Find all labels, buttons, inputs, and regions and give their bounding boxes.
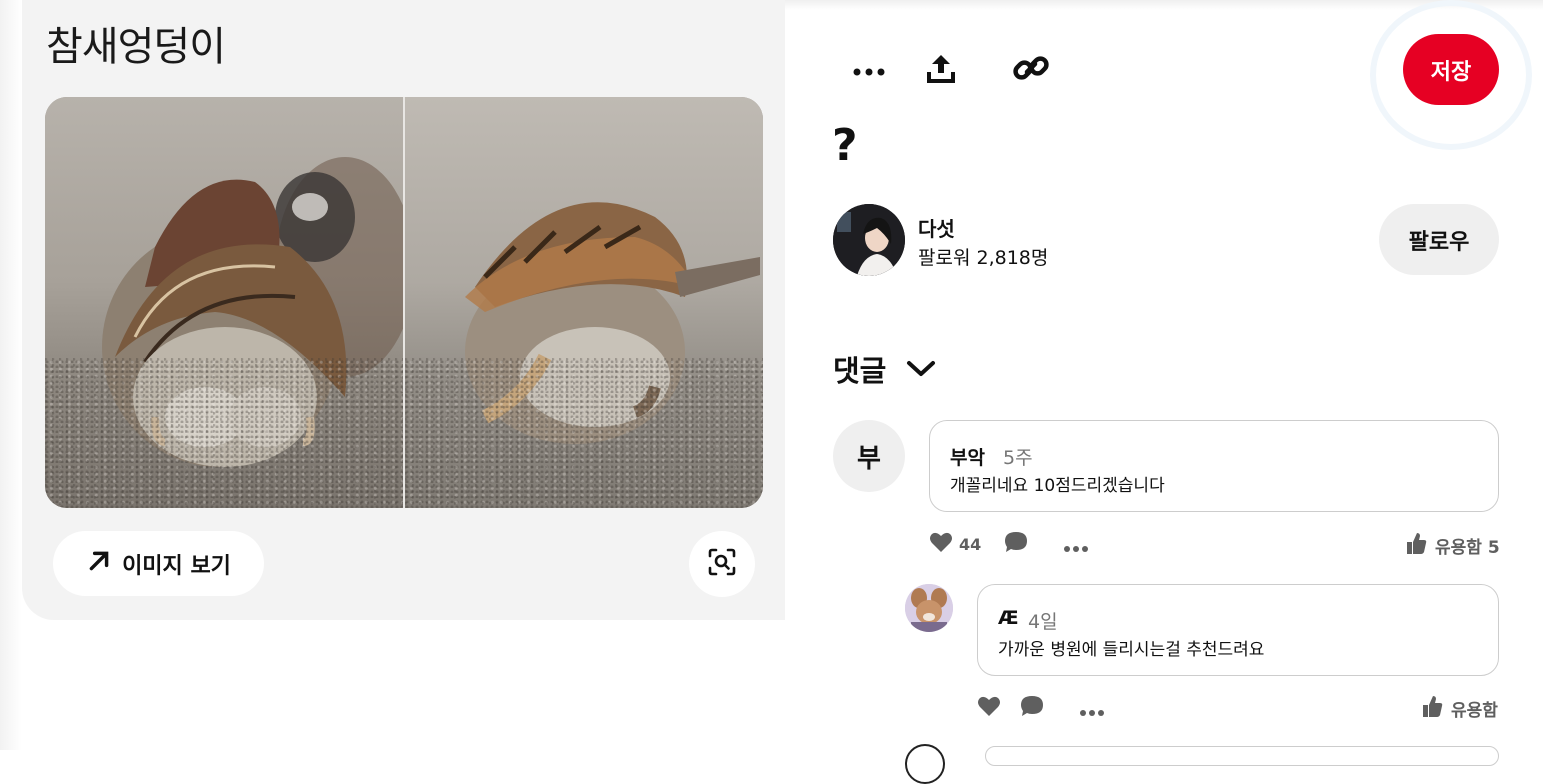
follower-count: 팔로워 2,818명 [918,247,1049,269]
heart-icon [929,531,953,557]
arrow-up-right-icon [86,548,112,580]
link-icon [1012,49,1050,91]
next-comment-avatar[interactable] [905,744,945,784]
more-options-button[interactable] [845,46,893,94]
view-image-label: 이미지 보기 [122,553,231,579]
copy-link-button[interactable] [1007,46,1055,94]
thumbs-up-icon [1421,694,1443,723]
share-button[interactable] [917,46,965,94]
like-count: 44 [959,534,982,554]
helpful-label: 유용함 5 [1435,538,1500,558]
pin-image[interactable] [45,97,763,508]
reply-avatar[interactable] [905,584,953,632]
reply-button[interactable] [1019,694,1045,722]
sparrow-photo-left [45,97,403,508]
helpful-button[interactable]: 유용함 [1421,694,1498,723]
creator-avatar[interactable] [833,204,905,276]
chevron-down-icon [906,352,936,386]
speech-bubble-icon [1019,694,1045,722]
helpful-button[interactable]: 유용함 5 [1405,531,1500,560]
sparrow-photo-right [405,97,763,508]
commenter-avatar[interactable]: 부 [833,420,905,492]
left-edge-shadow [0,0,22,750]
visual-search-button[interactable] [689,531,755,597]
follow-button[interactable]: 팔로우 [1379,204,1499,275]
ellipsis-icon [852,61,886,80]
next-comment-bubble [985,746,1499,766]
helpful-label: 유용함 [1451,701,1498,721]
heart-icon [977,695,1001,721]
reply-button[interactable] [1003,530,1029,558]
ellipsis-icon [1079,702,1105,721]
save-button[interactable]: 저장 [1403,34,1499,105]
comment-more-button[interactable] [1079,702,1105,721]
pin-heading: ? [832,120,858,171]
view-image-button[interactable]: 이미지 보기 [53,531,264,596]
comment-text: 개꼴리네요 10점드리겠습니다 [950,476,1165,496]
upload-share-icon [926,52,956,88]
thumbs-up-icon [1405,531,1427,560]
comment-author[interactable]: Æ [998,607,1019,629]
comment-author[interactable]: 부악 [950,443,985,470]
comment-text: 가까운 병원에 들리시는걸 추천드려요 [998,640,1265,660]
reply-bubble: Æ 4일 가까운 병원에 들리시는걸 추천드려요 [977,584,1499,676]
gravel-texture [45,358,403,508]
like-button[interactable] [977,695,1001,721]
visual-search-icon [707,547,737,581]
like-button[interactable]: 44 [929,531,981,557]
pin-title: 참새엉덩이 [46,24,226,70]
gravel-texture [405,358,763,508]
comments-toggle[interactable]: 댓글 [833,348,936,390]
comment-time: 4일 [1028,611,1058,633]
comment-time: 5주 [1003,447,1033,469]
ellipsis-icon [1063,538,1089,557]
creator-name[interactable]: 다섯 [918,213,955,242]
speech-bubble-icon [1003,530,1029,558]
comments-header-label: 댓글 [833,354,887,388]
comment-bubble: 부악 5주 개꼴리네요 10점드리겠습니다 [929,420,1499,512]
comment-more-button[interactable] [1063,538,1089,557]
